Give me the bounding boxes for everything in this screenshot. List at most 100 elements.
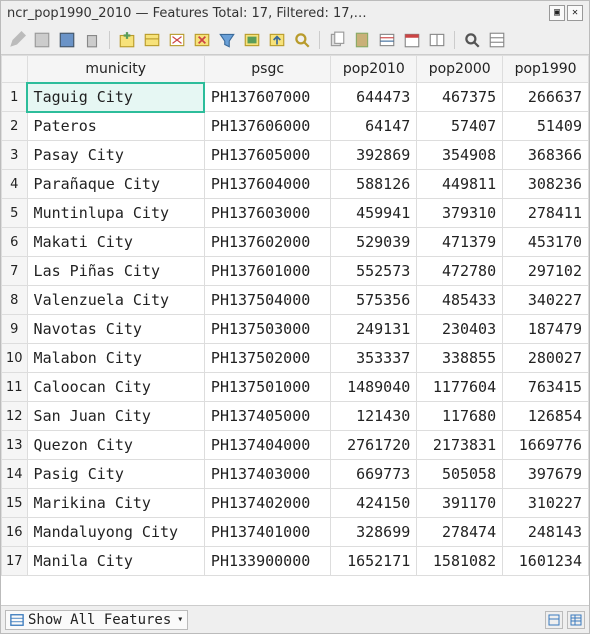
cell-pop2000[interactable]: 1177604 xyxy=(417,373,503,402)
cell-municity[interactable]: Taguig City xyxy=(27,83,204,112)
cell-municity[interactable]: Malabon City xyxy=(27,344,204,373)
cell-pop2010[interactable]: 669773 xyxy=(331,460,417,489)
cell-pop2010[interactable]: 121430 xyxy=(331,402,417,431)
cell-pop2000[interactable]: 471379 xyxy=(417,228,503,257)
cell-pop1990[interactable]: 126854 xyxy=(503,402,589,431)
cell-pop2000[interactable]: 2173831 xyxy=(417,431,503,460)
detach-button[interactable]: ▣ xyxy=(549,5,565,21)
table-row[interactable]: 13Quezon CityPH1374040002761720217383116… xyxy=(2,431,589,460)
row-header[interactable]: 6 xyxy=(2,228,28,257)
table-row[interactable]: 6Makati CityPH13760200052903947137945317… xyxy=(2,228,589,257)
cell-municity[interactable]: Manila City xyxy=(27,547,204,576)
delete-selected-icon[interactable] xyxy=(192,30,212,50)
table-scroll-area[interactable]: municity psgc pop2010 pop2000 pop1990 1T… xyxy=(1,55,589,605)
pencil-icon[interactable] xyxy=(7,30,27,50)
cell-pop2010[interactable]: 1652171 xyxy=(331,547,417,576)
cell-pop1990[interactable]: 280027 xyxy=(503,344,589,373)
cell-psgc[interactable]: PH137502000 xyxy=(204,344,331,373)
col-header-pop1990[interactable]: pop1990 xyxy=(503,56,589,83)
col-header-psgc[interactable]: psgc xyxy=(204,56,331,83)
row-header[interactable]: 15 xyxy=(2,489,28,518)
cell-pop2010[interactable]: 328699 xyxy=(331,518,417,547)
cell-psgc[interactable]: PH137601000 xyxy=(204,257,331,286)
table-row[interactable]: 8Valenzuela CityPH1375040005753564854333… xyxy=(2,286,589,315)
cell-pop2010[interactable]: 552573 xyxy=(331,257,417,286)
cell-pop2010[interactable]: 424150 xyxy=(331,489,417,518)
cell-psgc[interactable]: PH133900000 xyxy=(204,547,331,576)
add-feature-icon[interactable] xyxy=(117,30,137,50)
row-header[interactable]: 9 xyxy=(2,315,28,344)
column-calc-icon[interactable] xyxy=(377,30,397,50)
cell-psgc[interactable]: PH137403000 xyxy=(204,460,331,489)
cell-pop2010[interactable]: 644473 xyxy=(331,83,417,112)
form-view-icon[interactable] xyxy=(487,30,507,50)
corner-header[interactable] xyxy=(2,56,28,83)
cell-pop2000[interactable]: 485433 xyxy=(417,286,503,315)
table-view-button[interactable] xyxy=(567,611,585,629)
cell-pop1990[interactable]: 453170 xyxy=(503,228,589,257)
cell-pop2000[interactable]: 449811 xyxy=(417,170,503,199)
cell-pop2010[interactable]: 575356 xyxy=(331,286,417,315)
close-button[interactable]: ✕ xyxy=(567,5,583,21)
cell-municity[interactable]: Marikina City xyxy=(27,489,204,518)
table-row[interactable]: 11Caloocan CityPH13750100014890401177604… xyxy=(2,373,589,402)
cell-psgc[interactable]: PH137602000 xyxy=(204,228,331,257)
row-header[interactable]: 4 xyxy=(2,170,28,199)
select-all-icon[interactable] xyxy=(242,30,262,50)
cell-pop2000[interactable]: 230403 xyxy=(417,315,503,344)
table-select-icon[interactable] xyxy=(142,30,162,50)
cell-pop1990[interactable]: 1601234 xyxy=(503,547,589,576)
zoom-icon[interactable] xyxy=(292,30,312,50)
cell-pop2010[interactable]: 353337 xyxy=(331,344,417,373)
cell-pop2000[interactable]: 379310 xyxy=(417,199,503,228)
cell-psgc[interactable]: PH137604000 xyxy=(204,170,331,199)
filter-mode-selector[interactable]: Show All Features ▾ xyxy=(5,610,188,630)
row-header[interactable]: 17 xyxy=(2,547,28,576)
cell-psgc[interactable]: PH137504000 xyxy=(204,286,331,315)
table-row[interactable]: 4Parañaque CityPH13760400058812644981130… xyxy=(2,170,589,199)
row-header[interactable]: 8 xyxy=(2,286,28,315)
cell-pop1990[interactable]: 310227 xyxy=(503,489,589,518)
move-top-icon[interactable] xyxy=(267,30,287,50)
col-header-pop2010[interactable]: pop2010 xyxy=(331,56,417,83)
cell-pop1990[interactable]: 308236 xyxy=(503,170,589,199)
cell-psgc[interactable]: PH137603000 xyxy=(204,199,331,228)
cell-pop1990[interactable]: 51409 xyxy=(503,112,589,141)
cell-municity[interactable]: Pasig City xyxy=(27,460,204,489)
row-header[interactable]: 14 xyxy=(2,460,28,489)
cell-pop2000[interactable]: 1581082 xyxy=(417,547,503,576)
paste-icon[interactable] xyxy=(352,30,372,50)
cell-psgc[interactable]: PH137404000 xyxy=(204,431,331,460)
cell-pop2010[interactable]: 459941 xyxy=(331,199,417,228)
cell-pop1990[interactable]: 297102 xyxy=(503,257,589,286)
table-row[interactable]: 9Navotas CityPH1375030002491312304031874… xyxy=(2,315,589,344)
table-row[interactable]: 12San Juan CityPH13740500012143011768012… xyxy=(2,402,589,431)
cell-pop2010[interactable]: 392869 xyxy=(331,141,417,170)
cell-pop2000[interactable]: 472780 xyxy=(417,257,503,286)
filter-icon[interactable] xyxy=(217,30,237,50)
cell-pop2010[interactable]: 2761720 xyxy=(331,431,417,460)
row-header[interactable]: 5 xyxy=(2,199,28,228)
table-row[interactable]: 10Malabon CityPH137502000353337338855280… xyxy=(2,344,589,373)
row-header[interactable]: 16 xyxy=(2,518,28,547)
cell-pop2010[interactable]: 249131 xyxy=(331,315,417,344)
deselect-icon[interactable] xyxy=(167,30,187,50)
cell-municity[interactable]: Makati City xyxy=(27,228,204,257)
cell-municity[interactable]: Pasay City xyxy=(27,141,204,170)
cell-pop1990[interactable]: 368366 xyxy=(503,141,589,170)
row-header[interactable]: 13 xyxy=(2,431,28,460)
cell-pop2000[interactable]: 117680 xyxy=(417,402,503,431)
col-header-pop2000[interactable]: pop2000 xyxy=(417,56,503,83)
cell-municity[interactable]: Mandaluyong City xyxy=(27,518,204,547)
cell-pop2000[interactable]: 391170 xyxy=(417,489,503,518)
cell-municity[interactable]: Parañaque City xyxy=(27,170,204,199)
calendar-icon[interactable] xyxy=(402,30,422,50)
cell-psgc[interactable]: PH137606000 xyxy=(204,112,331,141)
row-header[interactable]: 3 xyxy=(2,141,28,170)
cell-pop2000[interactable]: 278474 xyxy=(417,518,503,547)
cell-psgc[interactable]: PH137402000 xyxy=(204,489,331,518)
cell-pop1990[interactable]: 763415 xyxy=(503,373,589,402)
table-row[interactable]: 16Mandaluyong CityPH13740100032869927847… xyxy=(2,518,589,547)
row-header[interactable]: 11 xyxy=(2,373,28,402)
cell-municity[interactable]: Pateros xyxy=(27,112,204,141)
